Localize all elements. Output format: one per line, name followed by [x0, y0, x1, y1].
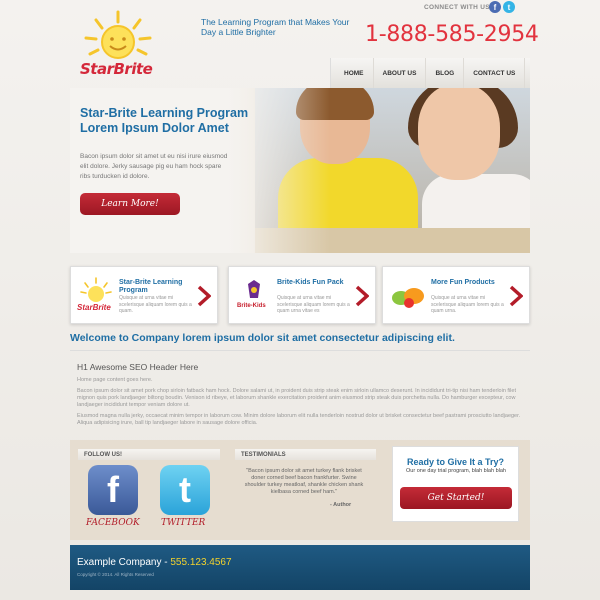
cta-title: Ready to Give It a Try? — [406, 457, 505, 467]
testimonial-quote: "Bacon ipsum dolor sit amet turkey flank… — [244, 468, 364, 495]
facebook-icon[interactable]: f — [489, 1, 501, 13]
card-more-fun-products[interactable]: More Fun Products Quisque at urna vitae … — [382, 266, 530, 324]
fruit-icon — [389, 276, 427, 316]
divider — [70, 350, 530, 351]
seo-heading: H1 Awesome SEO Header Here — [77, 362, 199, 372]
testimonials-heading: TESTIMONIALS — [235, 449, 376, 460]
twitter-link[interactable]: TWITTER — [161, 518, 205, 528]
content-paragraph: Bacon ipsum dolor sit amet pork chop sir… — [77, 388, 516, 408]
testimonial-author: - Author — [330, 502, 352, 508]
card-title: Brite-Kids Fun Pack — [277, 279, 344, 286]
tagline: The Learning Program that Makes Your Day… — [201, 17, 350, 37]
footer: Example Company - 555.123.4567 Copyright… — [70, 545, 530, 590]
hero-text: Bacon ipsum dolor sit amet ut eu nisi ir… — [80, 153, 228, 180]
follow-us-heading: FOLLOW US! — [78, 449, 220, 460]
card-text: Quisque at urna vitae mi scelerisque ali… — [431, 295, 504, 314]
card-logo-text: StarBrite — [77, 303, 111, 312]
page-content: Home page content goes here. Bacon ipsum… — [77, 377, 522, 431]
learn-more-button[interactable]: Learn More! — [80, 193, 180, 215]
phone-number[interactable]: 1-888-585-2954 — [365, 22, 539, 47]
connect-label: CONNECT WITH US: — [424, 4, 493, 11]
nav-contact-us[interactable]: CONTACT US — [464, 58, 526, 88]
twitter-icon[interactable]: t — [160, 465, 210, 515]
chevron-right-icon[interactable] — [509, 285, 523, 307]
footer-company: Example Company - 555.123.4567 — [77, 557, 232, 568]
nav-home[interactable]: HOME — [331, 58, 374, 88]
content-paragraph: Eiusmod magna nulla jerky, occaecat mini… — [77, 413, 521, 426]
logo-text: StarBrite — [80, 60, 153, 78]
chevron-right-icon[interactable] — [197, 285, 211, 307]
hero-photo-girl-head — [418, 88, 500, 180]
facebook-link[interactable]: FACEBOOK — [86, 518, 140, 528]
card-star-brite[interactable]: StarBrite Star-Brite Learning Program Qu… — [70, 266, 218, 324]
card-logo-text: Brite-Kids — [237, 303, 266, 309]
card-title: Star-Brite Learning Program — [119, 279, 183, 294]
card-text: Quisque at urna vitae mi scelerisque ali… — [277, 295, 350, 314]
chevron-right-icon[interactable] — [355, 285, 369, 307]
footer-phone[interactable]: 555.123.4567 — [170, 557, 231, 568]
page: CONNECT WITH US: f t StarBrite The Learn… — [0, 0, 600, 600]
footer-company-name: Example Company - — [77, 557, 168, 568]
card-title: More Fun Products — [431, 279, 495, 286]
twitter-icon[interactable]: t — [503, 1, 515, 13]
facebook-icon[interactable]: f — [88, 465, 138, 515]
nav-about-us[interactable]: ABOUT US — [374, 58, 427, 88]
nav-blog[interactable]: BLOG — [426, 58, 465, 88]
hero-banner: Star-Brite Learning Program Lorem Ipsum … — [70, 88, 530, 253]
card-text: Quisque at urna vitae mi scelerisque ali… — [119, 295, 192, 314]
brite-kids-logo-icon: Brite-Kids — [235, 276, 273, 316]
main-nav: HOME ABOUT US BLOG CONTACT US — [330, 58, 530, 88]
logo[interactable]: StarBrite — [78, 8, 158, 84]
sun-logo-icon: StarBrite — [77, 276, 115, 316]
card-brite-kids[interactable]: Brite-Kids Brite-Kids Fun Pack Quisque a… — [228, 266, 376, 324]
cta-text: Our one day trial program, blah blah bla… — [406, 468, 506, 474]
welcome-heading: Welcome to Company lorem ipsum dolor sit… — [70, 332, 455, 344]
content-intro: Home page content goes here. — [77, 377, 153, 383]
copyright: Copyright © 2014. All Rights Reserved — [77, 572, 154, 577]
hero-title: Star-Brite Learning Program Lorem Ipsum … — [80, 106, 249, 135]
get-started-button[interactable]: Get Started! — [400, 487, 512, 509]
cta-box: Ready to Give It a Try? Our one day tria… — [392, 446, 519, 522]
